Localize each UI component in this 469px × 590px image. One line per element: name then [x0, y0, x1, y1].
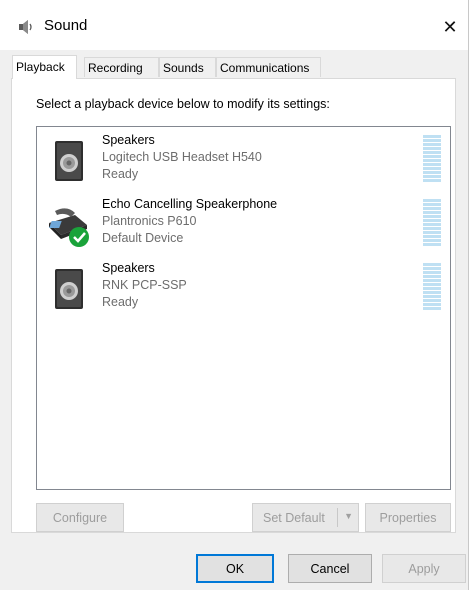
device-description: Logitech USB Headset H540	[102, 150, 262, 164]
device-status: Ready	[102, 167, 139, 181]
instructions-text: Select a playback device below to modify…	[36, 97, 330, 111]
device-item[interactable]: Echo Cancelling Speakerphone Plantronics…	[37, 195, 449, 257]
device-name: Echo Cancelling Speakerphone	[102, 197, 278, 211]
device-status: Ready	[102, 295, 139, 309]
device-name: Speakers	[102, 133, 155, 147]
chevron-down-icon[interactable]: ▼	[344, 511, 353, 521]
device-status: Default Device	[102, 231, 184, 245]
volume-meter	[423, 135, 441, 185]
sound-icon	[19, 20, 32, 34]
tab-sounds[interactable]: Sounds	[159, 57, 216, 77]
close-icon: ✕	[442, 16, 458, 37]
tab-playback[interactable]: Playback	[12, 55, 77, 79]
volume-meter	[423, 263, 441, 313]
sound-dialog: Sound ✕ Playback Recording Sounds Commun…	[0, 0, 469, 590]
speakerphone-icon	[49, 208, 89, 247]
ok-button[interactable]: OK	[196, 554, 274, 583]
cancel-button[interactable]: Cancel	[288, 554, 372, 583]
volume-meter	[423, 199, 441, 249]
set-default-button[interactable]: Set Default ▼	[252, 503, 359, 532]
close-button[interactable]: ✕	[432, 12, 468, 42]
tab-communications[interactable]: Communications	[216, 57, 321, 77]
playback-tab-page: Select a playback device below to modify…	[11, 78, 456, 533]
properties-button[interactable]: Properties	[365, 503, 451, 532]
title-bar[interactable]: Sound ✕	[0, 0, 468, 50]
configure-button[interactable]: Configure	[36, 503, 124, 532]
window-title: Sound	[44, 17, 88, 34]
split-divider	[337, 508, 338, 527]
apply-button[interactable]: Apply	[382, 554, 466, 583]
device-description: Plantronics P610	[102, 214, 197, 228]
set-default-label: Set Default	[263, 510, 325, 525]
playback-device-list[interactable]: Speakers Logitech USB Headset H540 Ready	[36, 126, 451, 490]
device-item[interactable]: Speakers RNK PCP-SSP Ready	[37, 259, 449, 321]
speaker-icon	[55, 141, 83, 181]
device-description: RNK PCP-SSP	[102, 278, 187, 292]
device-name: Speakers	[102, 261, 155, 275]
speaker-icon	[55, 269, 83, 309]
device-item[interactable]: Speakers Logitech USB Headset H540 Ready	[37, 131, 449, 193]
tab-recording[interactable]: Recording	[84, 57, 159, 77]
